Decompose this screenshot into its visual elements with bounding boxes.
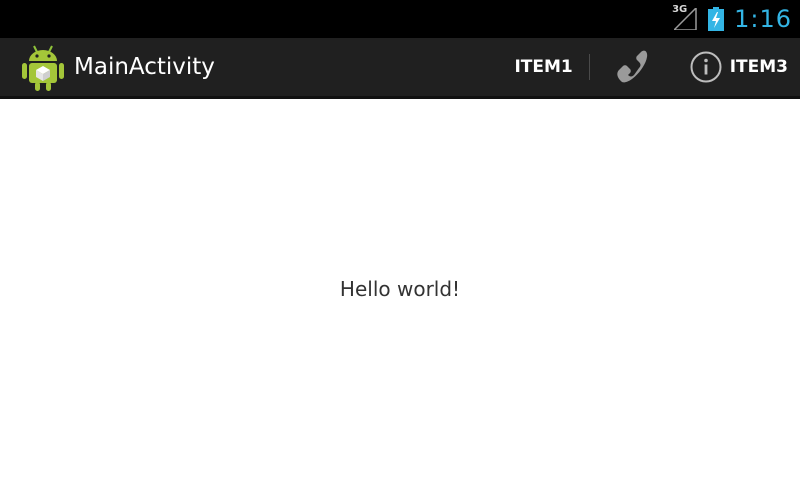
- action-item3-button[interactable]: ITEM3: [672, 38, 800, 96]
- status-icons: 3G 1:16: [672, 0, 792, 38]
- content-area: Hello world!: [0, 99, 800, 480]
- battery-charging-icon: [708, 7, 725, 31]
- phone-button[interactable]: [590, 38, 672, 96]
- hello-text: Hello world!: [339, 277, 461, 301]
- action-bar: MainActivity ITEM1 ITEM3: [0, 38, 800, 99]
- action-bar-home[interactable]: MainActivity: [20, 38, 215, 96]
- action-item3-label: ITEM3: [729, 57, 788, 77]
- android-robot-icon: [22, 45, 64, 91]
- action-items: ITEM1 ITEM3: [498, 38, 800, 96]
- signal-icon: 3G: [672, 4, 700, 32]
- status-bar: 3G 1:16: [0, 0, 800, 38]
- action-item1-label: ITEM1: [514, 57, 573, 77]
- action-item1-button[interactable]: ITEM1: [498, 38, 588, 96]
- info-icon: [690, 51, 722, 83]
- phone-icon: [617, 50, 647, 83]
- status-clock: 1:16: [734, 5, 792, 33]
- app-title: MainActivity: [74, 54, 215, 80]
- screen: 3G 1:16 MainActivity ITEM1 ITEM3 Hello w…: [0, 0, 800, 480]
